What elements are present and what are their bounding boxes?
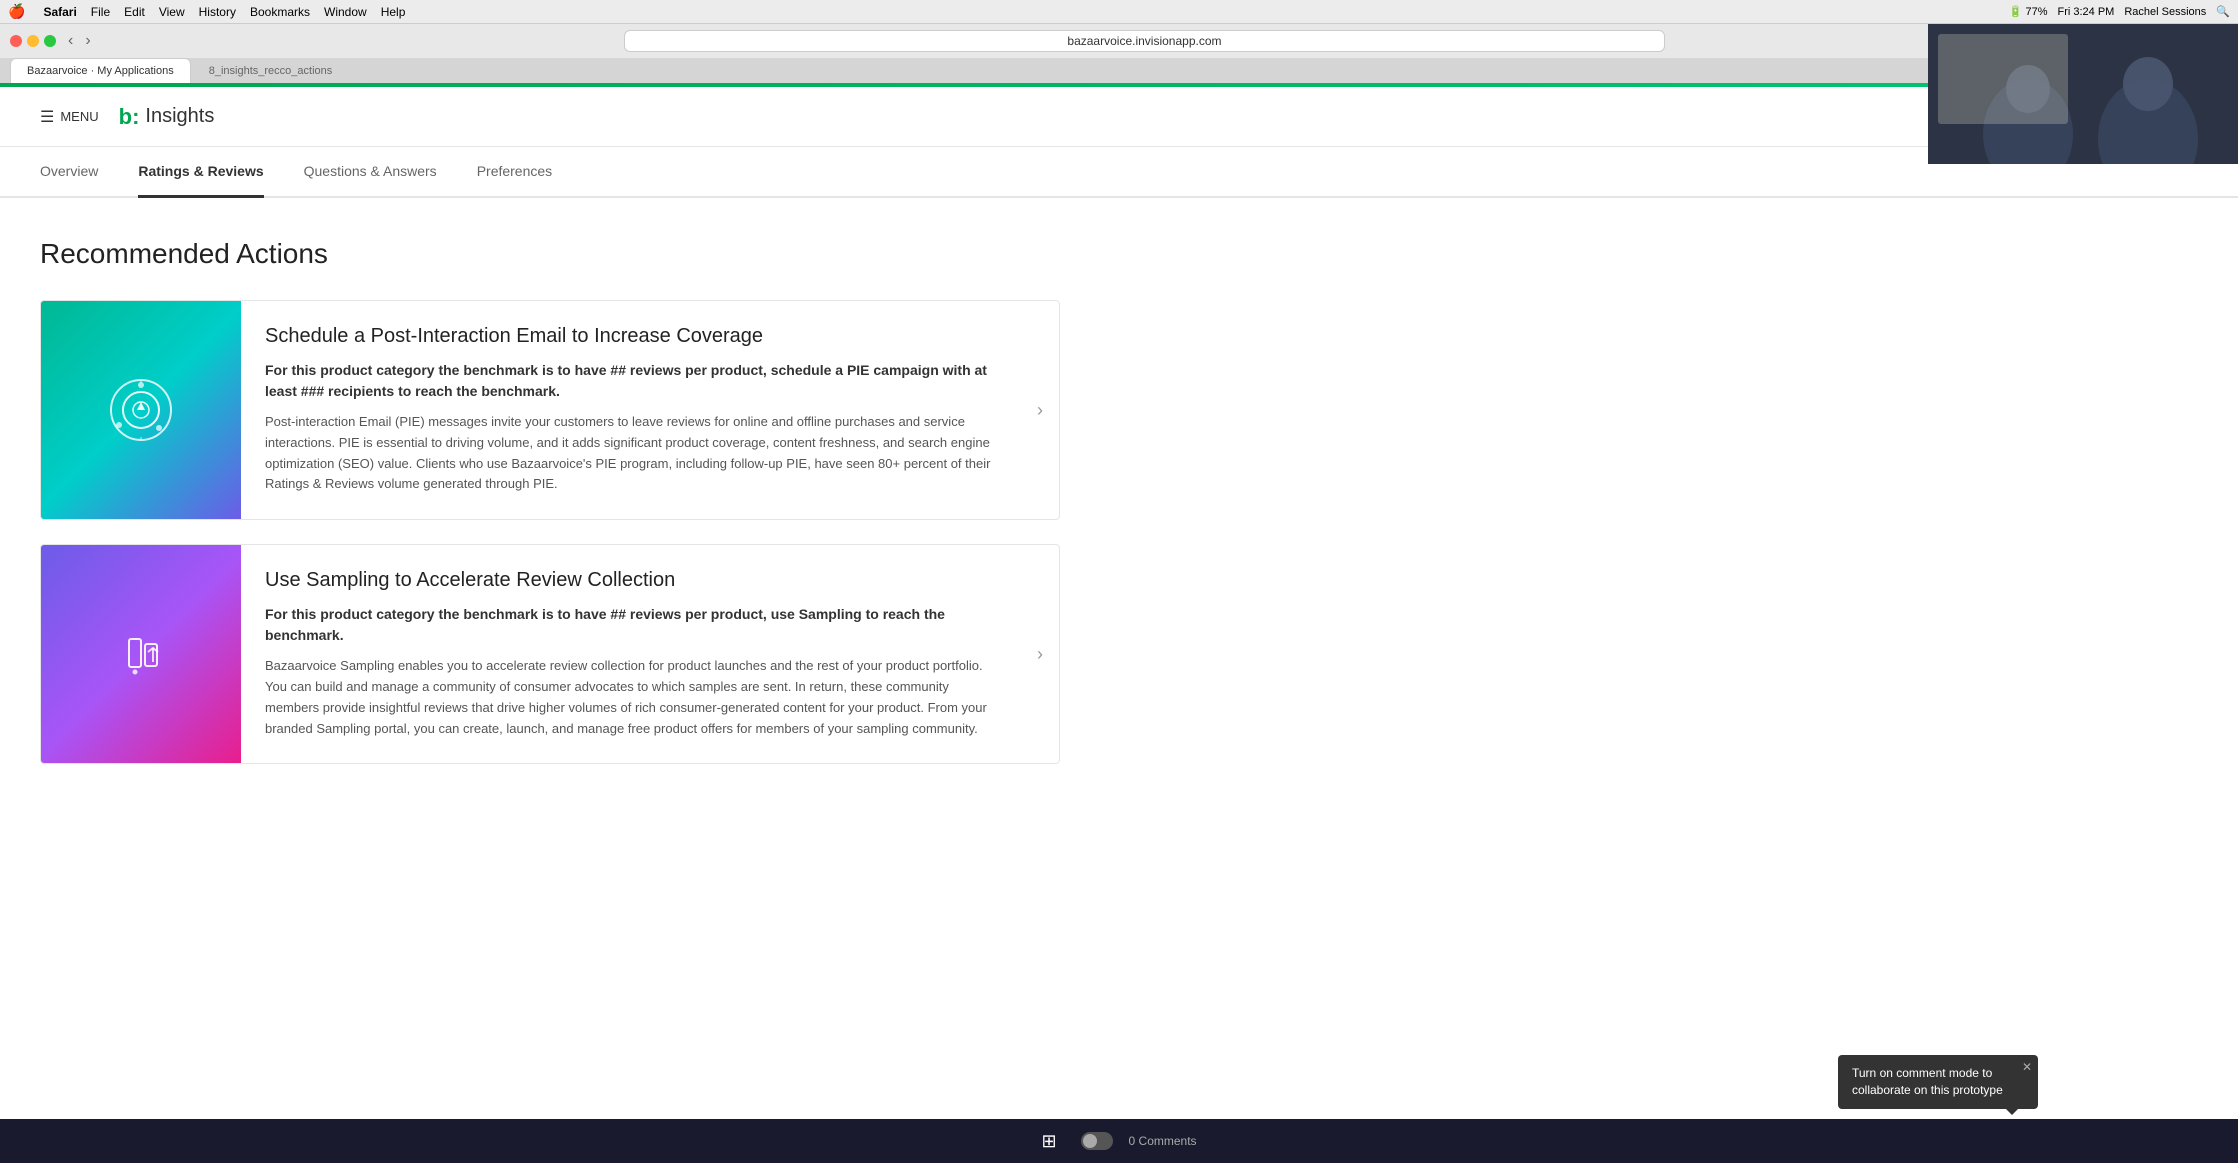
app-header: ☰ MENU b: Insights Corp Name ▾ [0,87,2238,147]
tab-bazaarvoice[interactable]: Bazaarvoice · My Applications [10,58,191,83]
hamburger-icon: ☰ [40,107,54,127]
mac-menubar: 🍎 Safari File Edit View History Bookmark… [0,0,2238,24]
clock: Fri 3:24 PM [2058,6,2115,18]
pie-card-description: Post-interaction Email (PIE) messages in… [265,412,1005,495]
battery-indicator: 🔋 77% [2009,5,2048,18]
sampling-card-title: Use Sampling to Accelerate Review Collec… [265,569,1005,592]
window-menu[interactable]: Window [324,5,367,19]
pie-card-subtitle: For this product category the benchmark … [265,360,1005,402]
tab-preferences[interactable]: Preferences [477,147,552,198]
app-name: Insights [145,105,214,128]
logo-b: b: [119,104,140,130]
close-button[interactable] [10,35,22,47]
sampling-card-image [41,545,241,763]
browser-toolbar: ‹ › bazaarvoice.invisionapp.com ⬆ ＋ [0,24,2238,58]
sampling-card-content: Use Sampling to Accelerate Review Collec… [241,545,1037,763]
bookmarks-menu[interactable]: Bookmarks [250,5,310,19]
safari-menu[interactable]: Safari [43,5,76,19]
address-bar-container: bazaarvoice.invisionapp.com [103,30,2187,52]
pie-card-image [41,301,241,519]
tab-ratings-reviews[interactable]: Ratings & Reviews [138,147,263,198]
sampling-card-description: Bazaarvoice Sampling enables you to acce… [265,656,1005,739]
comment-tooltip: ✕ Turn on comment mode to collaborate on… [1838,1055,2038,1109]
comment-mode-toggle[interactable] [1081,1132,1113,1150]
page-title: Recommended Actions [40,238,1060,270]
sampling-card-subtitle: For this product category the benchmark … [265,604,1005,646]
view-menu[interactable]: View [159,5,185,19]
menu-toggle[interactable]: ☰ MENU [40,107,99,127]
pie-card-title: Schedule a Post-Interaction Email to Inc… [265,325,1005,348]
sampling-card-arrow: › [1037,545,1059,763]
tab-bar: Bazaarvoice · My Applications 8_insights… [0,58,2238,83]
pie-card-content: Schedule a Post-Interaction Email to Inc… [241,301,1037,519]
back-button[interactable]: ‹ [64,30,77,52]
menu-label: MENU [60,109,98,124]
tab-overview[interactable]: Overview [40,147,98,198]
toggle-switch[interactable] [1081,1132,1113,1150]
invision-bar: ⊞ 0 Comments [0,1119,2238,1163]
tooltip-close-button[interactable]: ✕ [2022,1059,2032,1076]
tooltip-text: Turn on comment mode to collaborate on t… [1852,1066,2003,1097]
webcam-inset [1928,24,2238,164]
sampling-action-card[interactable]: Use Sampling to Accelerate Review Collec… [40,544,1060,764]
minimize-button[interactable] [27,35,39,47]
edit-menu[interactable]: Edit [124,5,145,19]
fullscreen-button[interactable] [44,35,56,47]
tab-questions-answers[interactable]: Questions & Answers [304,147,437,198]
user-name: Rachel Sessions [2124,6,2206,18]
pie-card-arrow: › [1037,301,1059,519]
invision-apps-icon[interactable]: ⊞ [1041,1131,1056,1152]
apple-menu[interactable]: 🍎 [8,3,25,20]
webcam-feed [1928,24,2238,164]
address-bar[interactable]: bazaarvoice.invisionapp.com [624,30,1666,52]
pie-action-card[interactable]: Schedule a Post-Interaction Email to Inc… [40,300,1060,520]
main-content: Recommended Actions Schedule a Post-Inte… [0,198,1100,828]
comments-count: 0 Comments [1129,1134,1197,1148]
tab-insights[interactable]: 8_insights_recco_actions [193,59,349,83]
nav-buttons: ‹ › [64,30,95,52]
search-icon[interactable]: 🔍 [2216,5,2230,18]
history-menu[interactable]: History [199,5,236,19]
menubar-right: 🔋 77% Fri 3:24 PM Rachel Sessions 🔍 [2009,5,2230,18]
help-menu[interactable]: Help [381,5,406,19]
forward-button[interactable]: › [81,30,94,52]
file-menu[interactable]: File [91,5,110,19]
nav-tabs: Overview Ratings & Reviews Questions & A… [0,147,2238,198]
traffic-lights [10,35,56,47]
app-logo: b: Insights [119,104,215,130]
